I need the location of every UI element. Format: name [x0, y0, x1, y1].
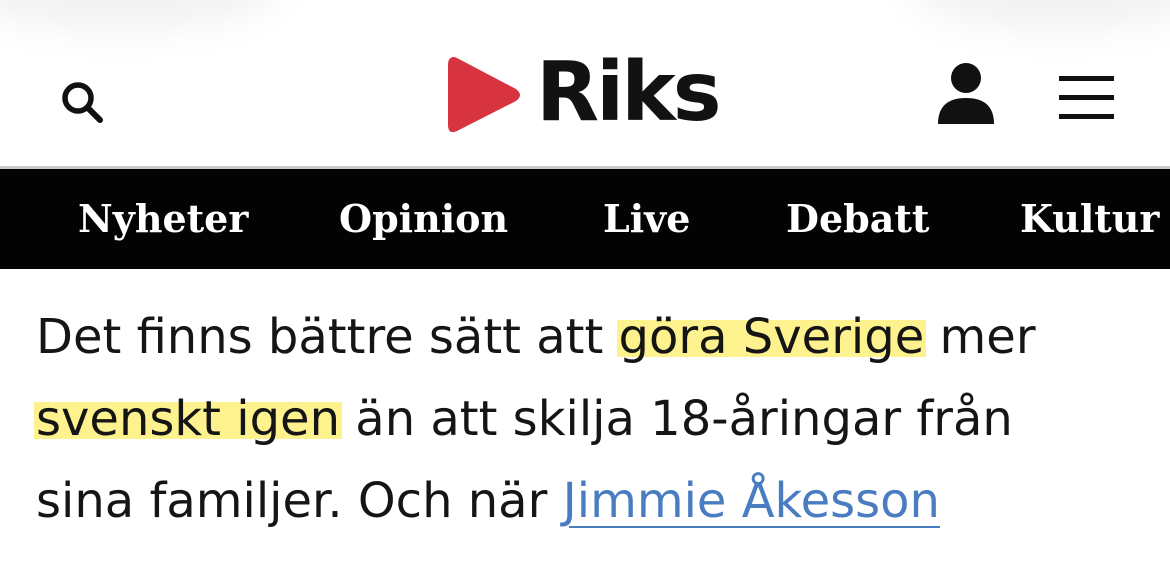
- article-text: än att skilja 18-åringar från: [340, 391, 1013, 447]
- search-button[interactable]: [54, 74, 112, 132]
- article-line: sina familjer. Och när Jimmie Åkesson: [36, 460, 940, 542]
- search-icon: [62, 82, 103, 123]
- header-shadow: [0, 0, 280, 30]
- hamburger-menu-icon: [1059, 95, 1114, 100]
- nav-item-nyheter[interactable]: Nyheter: [78, 169, 248, 269]
- article-text: Det finns bättre sätt att: [36, 309, 619, 365]
- hamburger-menu-icon: [1059, 76, 1114, 81]
- nav-item-kultur[interactable]: Kultur: [1020, 169, 1159, 269]
- user-icon: [938, 63, 994, 124]
- header-shadow: [910, 0, 1170, 30]
- article-line: svenskt igen än att skilja 18-åringar fr…: [34, 378, 1013, 460]
- menu-button[interactable]: [1056, 72, 1122, 124]
- highlighted-text: svenskt igen: [34, 391, 343, 447]
- nav-item-opinion[interactable]: Opinion: [339, 169, 508, 269]
- logo-text: Riks: [536, 45, 722, 140]
- main-nav: Nyheter Opinion Live Debatt Kultur: [0, 169, 1170, 269]
- article-text: mer: [924, 309, 1036, 365]
- article-text: sina familjer. Och när: [36, 473, 563, 529]
- nav-item-debatt[interactable]: Debatt: [786, 169, 929, 269]
- article-line: Det finns bättre sätt att göra Sverige m…: [36, 296, 1036, 378]
- hamburger-menu-icon: [1059, 114, 1114, 119]
- site-header: Riks: [0, 0, 1170, 169]
- account-button[interactable]: [932, 58, 1000, 128]
- nav-item-live[interactable]: Live: [603, 169, 690, 269]
- article-link-jimmie-akesson[interactable]: Jimmie Åkesson: [563, 473, 940, 529]
- site-logo[interactable]: Riks: [446, 45, 722, 140]
- play-logo-icon: [448, 57, 520, 133]
- highlighted-text: göra Sverige: [616, 309, 927, 365]
